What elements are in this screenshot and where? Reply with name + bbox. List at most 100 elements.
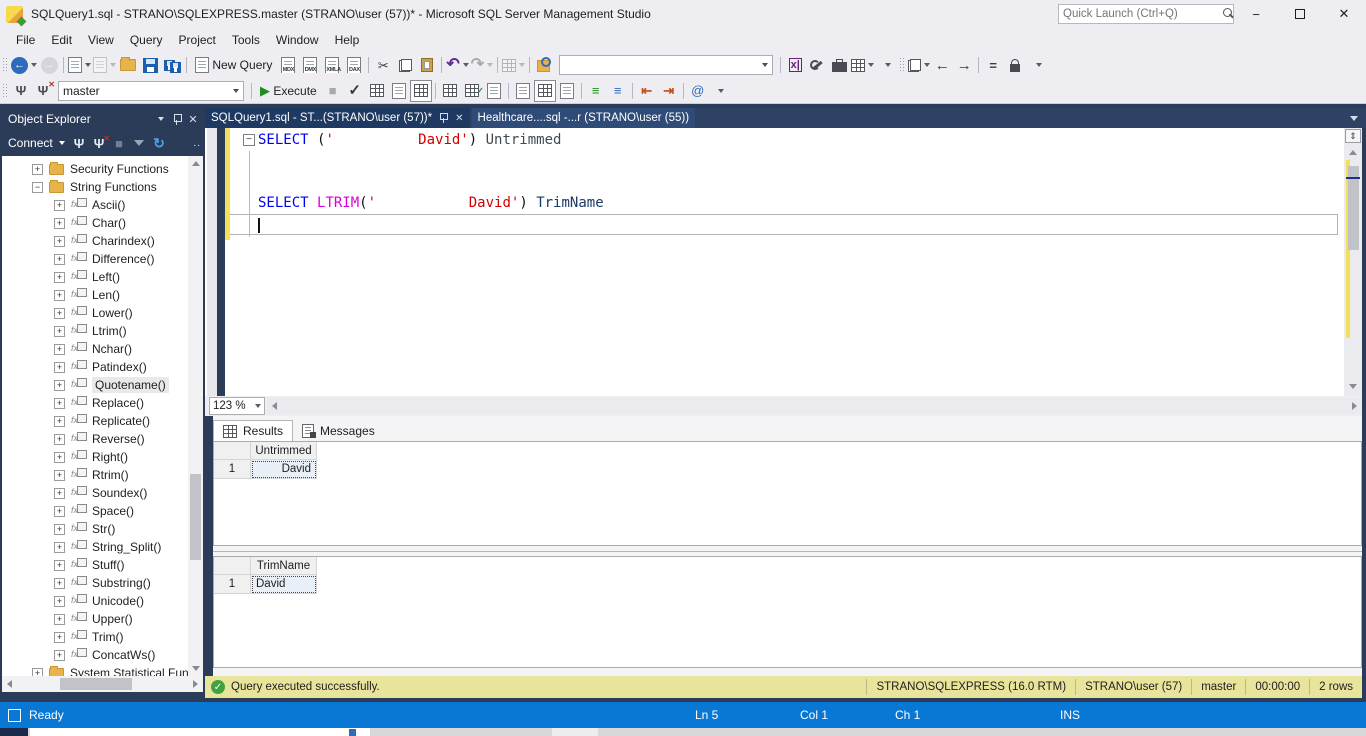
- editor-scroll-left[interactable]: [267, 398, 282, 413]
- toolbar-grip[interactable]: [2, 57, 8, 73]
- oe-disconnect-button[interactable]: Ψ ✕: [89, 134, 110, 152]
- minimize-button[interactable]: −: [1234, 0, 1278, 28]
- lock-button[interactable]: [1004, 54, 1026, 76]
- scroll-up-arrow[interactable]: [188, 156, 203, 171]
- grid-corner-cell[interactable]: [214, 557, 251, 575]
- results-to-grid-button[interactable]: [533, 79, 556, 102]
- new-xmla-query-button[interactable]: XMLA: [321, 54, 343, 76]
- tab-sqlquery1[interactable]: SQLQuery1.sql - ST...(STRANO\user (57))*…: [205, 108, 470, 128]
- code-line-1[interactable]: − SELECT (' David') Untrimmed: [230, 130, 1338, 151]
- list-members-button[interactable]: =: [982, 54, 1004, 76]
- row-header-1[interactable]: 1: [214, 575, 251, 594]
- toolbar-overflow-2[interactable]: [1026, 54, 1048, 76]
- expand-icon[interactable]: +: [54, 523, 65, 535]
- expand-icon[interactable]: +: [54, 433, 65, 445]
- expand-icon[interactable]: +: [54, 343, 65, 355]
- design-query-button[interactable]: [483, 80, 505, 102]
- oe-filter-button[interactable]: [129, 134, 149, 152]
- tab-close-icon[interactable]: ✕: [455, 113, 463, 124]
- tree-item-string-split[interactable]: + fx String_Split(): [2, 538, 187, 556]
- editor-vertical-scrollbar[interactable]: ⇕: [1344, 128, 1362, 396]
- quick-launch-box[interactable]: [1058, 4, 1234, 24]
- tree-item-patindex[interactable]: + fx Patindex(): [2, 358, 187, 376]
- oe-stop-button[interactable]: ■: [109, 134, 129, 152]
- query-options-button[interactable]: [388, 80, 410, 102]
- tree-item-charindex[interactable]: + fx Charindex(): [2, 232, 187, 250]
- new-dmx-query-button[interactable]: DMX: [299, 54, 321, 76]
- value-cell-david[interactable]: David: [251, 575, 317, 594]
- tree-item-nchar[interactable]: + fx Nchar(): [2, 340, 187, 358]
- open-file-button[interactable]: [117, 54, 139, 76]
- tree-item-difference[interactable]: + fx Difference(): [2, 250, 187, 268]
- tree-item-replace[interactable]: + fx Replace(): [2, 394, 187, 412]
- taskbar-app-button[interactable]: [552, 728, 598, 736]
- expand-icon[interactable]: +: [54, 271, 65, 283]
- expand-icon[interactable]: +: [54, 505, 65, 517]
- tree-item-right[interactable]: + fx Right(): [2, 448, 187, 466]
- expand-icon[interactable]: +: [54, 199, 65, 211]
- expand-icon[interactable]: +: [54, 217, 65, 229]
- code-line-4[interactable]: SELECT LTRIM(' David') TrimName: [230, 193, 1338, 214]
- results-to-file-button[interactable]: [556, 80, 578, 102]
- pin-button[interactable]: [169, 111, 185, 127]
- editor-scroll-up[interactable]: [1345, 145, 1360, 160]
- analyze-query-button[interactable]: ✓: [461, 80, 484, 102]
- tree-hscroll-thumb[interactable]: [60, 678, 132, 690]
- tree-item-string-functions[interactable]: − String Functions: [2, 178, 187, 196]
- tab-pin-icon[interactable]: [439, 112, 449, 124]
- oe-overflow-button[interactable]: ..: [193, 138, 201, 149]
- tree-item-substring[interactable]: + fx Substring(): [2, 574, 187, 592]
- zoom-selector[interactable]: 123 %: [209, 397, 265, 415]
- tree-item-left[interactable]: + fx Left(): [2, 268, 187, 286]
- tree-item-security-functions[interactable]: + Security Functions: [2, 160, 187, 178]
- execute-button[interactable]: ▶ Execute: [255, 80, 322, 102]
- restore-button[interactable]: [1278, 0, 1322, 28]
- tree-item-len[interactable]: + fx Len(): [2, 286, 187, 304]
- menu-project[interactable]: Project: [171, 30, 224, 50]
- expand-icon[interactable]: +: [54, 649, 65, 661]
- menu-tools[interactable]: Tools: [224, 30, 268, 50]
- find-in-files-button[interactable]: [533, 54, 555, 76]
- tree-item-char[interactable]: + fx Char(): [2, 214, 187, 232]
- tabstrip-dropdown-button[interactable]: [1347, 108, 1366, 128]
- expand-icon[interactable]: +: [54, 289, 65, 301]
- expand-icon[interactable]: +: [54, 253, 65, 265]
- quick-launch-input[interactable]: [1059, 8, 1221, 20]
- oe-refresh-button[interactable]: ↻: [149, 134, 169, 152]
- expand-icon[interactable]: +: [54, 235, 65, 247]
- panel-close-button[interactable]: ✕: [185, 111, 201, 127]
- undo-button[interactable]: ↶: [445, 54, 469, 76]
- tab-results[interactable]: Results: [213, 420, 294, 441]
- editor-scroll-down[interactable]: [1345, 379, 1360, 394]
- menu-view[interactable]: View: [80, 30, 122, 50]
- navigate-forward-button[interactable]: →: [38, 54, 60, 76]
- activity-monitor-button[interactable]: x|: [784, 54, 806, 76]
- parse-button[interactable]: ✓: [344, 80, 366, 102]
- new-file-button[interactable]: [67, 54, 92, 76]
- copy-button[interactable]: [394, 54, 416, 76]
- cut-button[interactable]: ✂: [372, 54, 394, 76]
- scroll-down-arrow[interactable]: [188, 661, 203, 676]
- split-editor-handle[interactable]: ⇕: [1345, 129, 1361, 143]
- increase-indent-button[interactable]: ⇥: [658, 80, 680, 102]
- expand-icon[interactable]: +: [54, 397, 65, 409]
- command-window-button[interactable]: [850, 54, 875, 76]
- tree-scroll-thumb[interactable]: [190, 474, 201, 560]
- results-grid-splitter[interactable]: [213, 551, 1362, 552]
- scroll-left-arrow[interactable]: [2, 676, 17, 691]
- compare-files-button[interactable]: [907, 54, 931, 76]
- tree-item-trim[interactable]: + fx Trim(): [2, 628, 187, 646]
- windows-taskbar[interactable]: [0, 728, 1366, 736]
- column-header-untrimmed[interactable]: Untrimmed: [251, 442, 317, 460]
- expand-icon[interactable]: +: [54, 631, 65, 643]
- nav-forward-button[interactable]: →: [953, 54, 975, 76]
- expand-icon[interactable]: +: [54, 451, 65, 463]
- expand-icon[interactable]: +: [32, 163, 43, 175]
- uncomment-button[interactable]: ≡: [607, 80, 629, 102]
- selection-margin[interactable]: [207, 128, 217, 396]
- specify-values-button[interactable]: @: [687, 80, 709, 102]
- tree-item-system-statistical-fun[interactable]: + System Statistical Fun: [2, 664, 189, 676]
- nav-back-button[interactable]: ←: [931, 54, 953, 76]
- panel-menu-button[interactable]: [153, 111, 169, 127]
- find-combo[interactable]: [559, 55, 774, 75]
